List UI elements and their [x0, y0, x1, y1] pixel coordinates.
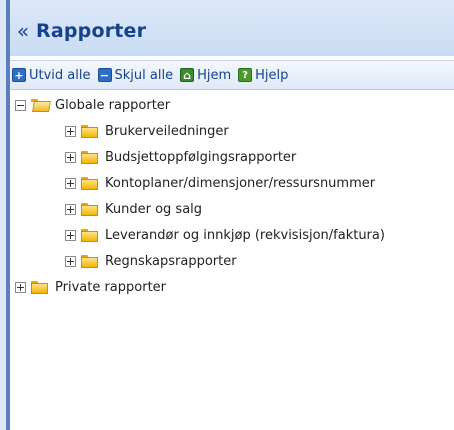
folder-icon [81, 124, 99, 138]
tree-node-customers-sales[interactable]: Kunder og salg [65, 200, 202, 218]
help-label: Hjelp [255, 67, 289, 83]
expand-toggle[interactable] [15, 281, 26, 293]
collapse-all-button[interactable]: − Skjul alle [97, 67, 174, 83]
tree-node-accounting-reports[interactable]: Regnskapsrapporter [65, 252, 237, 270]
folder-icon [81, 150, 99, 164]
tree-node-chart-of-accounts[interactable]: Kontoplaner/dimensjoner/ressursnummer [65, 174, 375, 192]
tree-node-label[interactable]: Brukerveiledninger [105, 124, 229, 139]
expand-toggle[interactable] [65, 203, 76, 215]
tree-node-suppliers-purchasing[interactable]: Leverandør og innkjøp (rekvisisjon/faktu… [65, 226, 385, 244]
expand-all-button[interactable]: + Utvid alle [12, 68, 91, 83]
expand-toggle[interactable] [65, 177, 76, 189]
folder-open-icon [31, 98, 51, 112]
expand-toggle[interactable] [65, 151, 76, 163]
toolbar: + Utvid alle − Skjul alle ⌂ Hjem ? Hjelp [10, 60, 454, 90]
tree-node-label[interactable]: Private rapporter [55, 280, 166, 295]
expand-all-label: Utvid alle [29, 67, 91, 83]
tree-node-label[interactable]: Globale rapporter [55, 98, 170, 113]
tree-node-global-reports[interactable]: Globale rapporter [15, 96, 170, 114]
home-button[interactable]: ⌂ Hjem [180, 68, 231, 83]
collapse-all-label: Skjul alle [114, 67, 174, 83]
collapse-toggle[interactable] [15, 99, 26, 111]
home-icon: ⌂ [180, 68, 195, 82]
tree-node-label[interactable]: Budsjettoppfølgingsrapporter [105, 150, 296, 165]
help-icon: ? [238, 68, 253, 82]
panel-header: « Rapporter [10, 0, 454, 56]
tree-node-user-guides[interactable]: Brukerveiledninger [65, 122, 229, 140]
left-splitter[interactable] [0, 0, 10, 430]
expand-toggle[interactable] [65, 125, 76, 137]
plus-icon: + [12, 68, 26, 82]
help-button[interactable]: ? Hjelp [238, 68, 288, 83]
tree-node-label[interactable]: Leverandør og innkjøp (rekvisisjon/faktu… [105, 228, 385, 243]
expand-toggle[interactable] [65, 255, 76, 267]
expand-toggle[interactable] [65, 229, 76, 241]
folder-icon [81, 202, 99, 216]
tree-node-private-reports[interactable]: Private rapporter [15, 278, 166, 296]
folder-icon [81, 176, 99, 190]
home-label: Hjem [197, 67, 232, 83]
folder-icon [81, 228, 99, 242]
tree-node-label[interactable]: Regnskapsrapporter [105, 254, 237, 269]
tree-node-budget-reports[interactable]: Budsjettoppfølgingsrapporter [65, 148, 296, 166]
folder-icon [81, 254, 99, 268]
minus-icon: − [97, 68, 112, 82]
title-bar: « Rapporter [10, 14, 454, 48]
tree-node-label[interactable]: Kontoplaner/dimensjoner/ressursnummer [105, 176, 375, 191]
panel-title: Rapporter [36, 20, 147, 42]
reports-panel: « Rapporter + Utvid alle − Skjul alle ⌂ … [10, 0, 454, 430]
collapse-panel-icon[interactable]: « [10, 21, 36, 41]
folder-icon [31, 280, 49, 294]
tree-node-label[interactable]: Kunder og salg [105, 202, 202, 217]
